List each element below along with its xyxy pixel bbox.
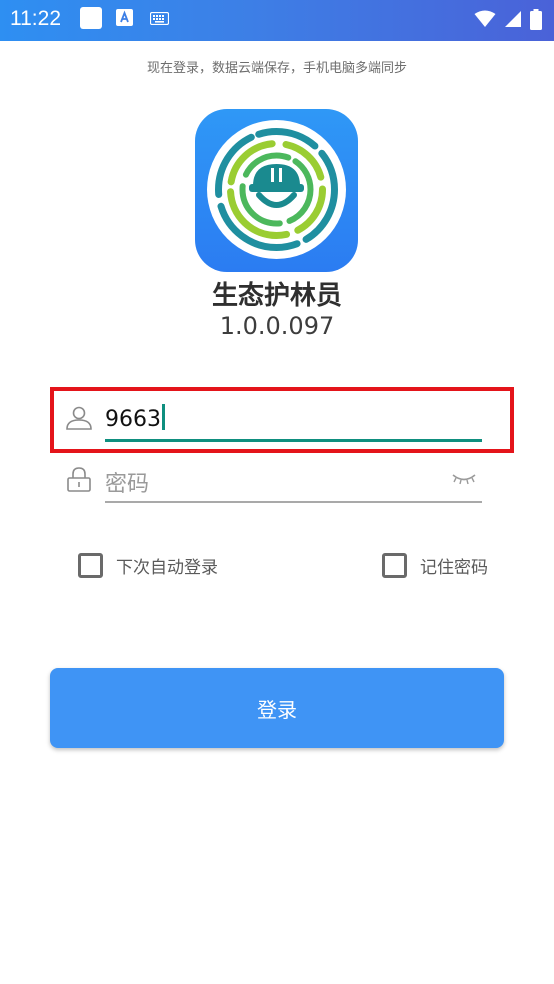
app-name: 生态护林员 bbox=[211, 281, 342, 311]
password-field[interactable]: 密码 bbox=[65, 457, 485, 503]
login-tagline: 现在登录，数据云端保存，手机电脑多端同步 bbox=[146, 61, 407, 76]
battery-icon bbox=[530, 8, 542, 30]
keyboard-icon bbox=[150, 12, 169, 25]
password-underline bbox=[105, 501, 482, 503]
status-bar: 11:22 bbox=[0, 0, 554, 41]
username-value: 9663 bbox=[105, 407, 161, 432]
signal-icon bbox=[505, 11, 521, 27]
remember-password-option[interactable]: 记住密码 bbox=[382, 553, 488, 578]
remember-password-label: 记住密码 bbox=[420, 558, 488, 578]
status-time: 11:22 bbox=[10, 7, 61, 30]
text-cursor bbox=[162, 404, 165, 430]
app-version: 1.0.0.097 bbox=[219, 312, 335, 340]
username-field[interactable]: 9663 bbox=[65, 396, 485, 442]
login-button[interactable]: 登录 bbox=[50, 668, 504, 748]
remember-password-checkbox[interactable] bbox=[382, 553, 407, 578]
forest-ranger-helmet-icon bbox=[215, 128, 338, 251]
auto-login-checkbox[interactable] bbox=[78, 553, 103, 578]
app-logo bbox=[195, 109, 358, 272]
auto-login-option[interactable]: 下次自动登录 bbox=[78, 553, 218, 578]
eye-closed-icon[interactable] bbox=[451, 471, 477, 487]
wifi-icon bbox=[474, 10, 496, 27]
auto-login-label: 下次自动登录 bbox=[116, 558, 218, 578]
username-underline bbox=[105, 439, 482, 442]
password-placeholder: 密码 bbox=[105, 472, 150, 497]
square-app-icon bbox=[80, 7, 102, 29]
lock-icon bbox=[67, 467, 91, 492]
user-icon bbox=[66, 406, 92, 430]
text-a-icon bbox=[116, 9, 133, 26]
